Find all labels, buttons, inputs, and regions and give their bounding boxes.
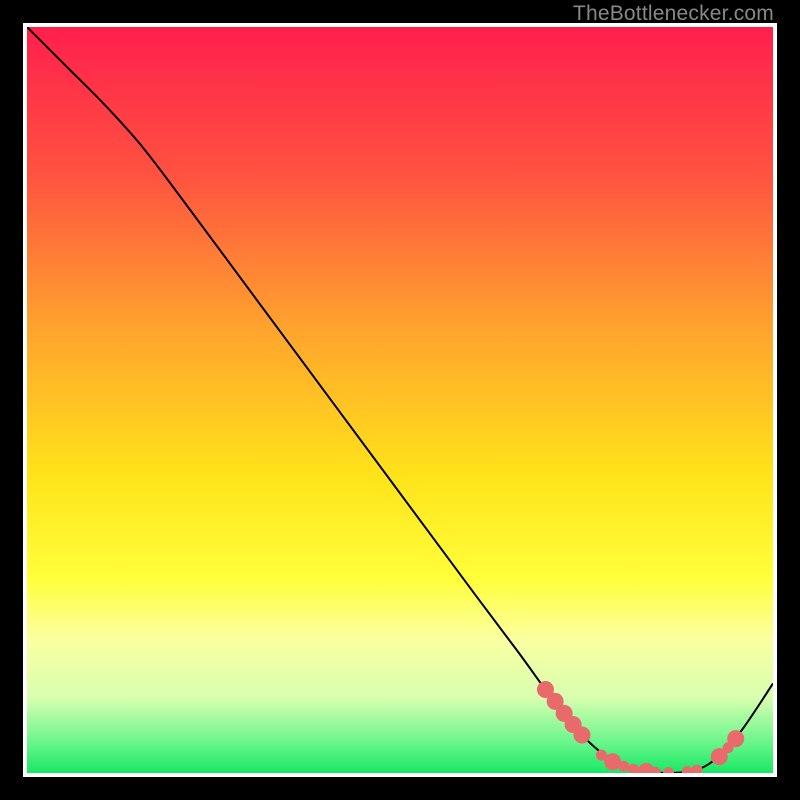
highlight-dot bbox=[574, 727, 590, 743]
watermark-text: TheBottlenecker.com bbox=[573, 2, 774, 26]
highlight-dot bbox=[605, 754, 621, 770]
highlight-dot bbox=[664, 768, 674, 773]
highlight-dot bbox=[650, 767, 660, 773]
highlight-dot bbox=[728, 731, 744, 747]
highlight-dot bbox=[692, 765, 702, 773]
chart-svg bbox=[27, 27, 773, 773]
highlight-dot bbox=[619, 761, 629, 771]
chart-plot bbox=[27, 27, 773, 773]
highlight-dot bbox=[628, 764, 638, 773]
gradient-background bbox=[27, 27, 773, 773]
highlight-dot bbox=[682, 767, 692, 773]
